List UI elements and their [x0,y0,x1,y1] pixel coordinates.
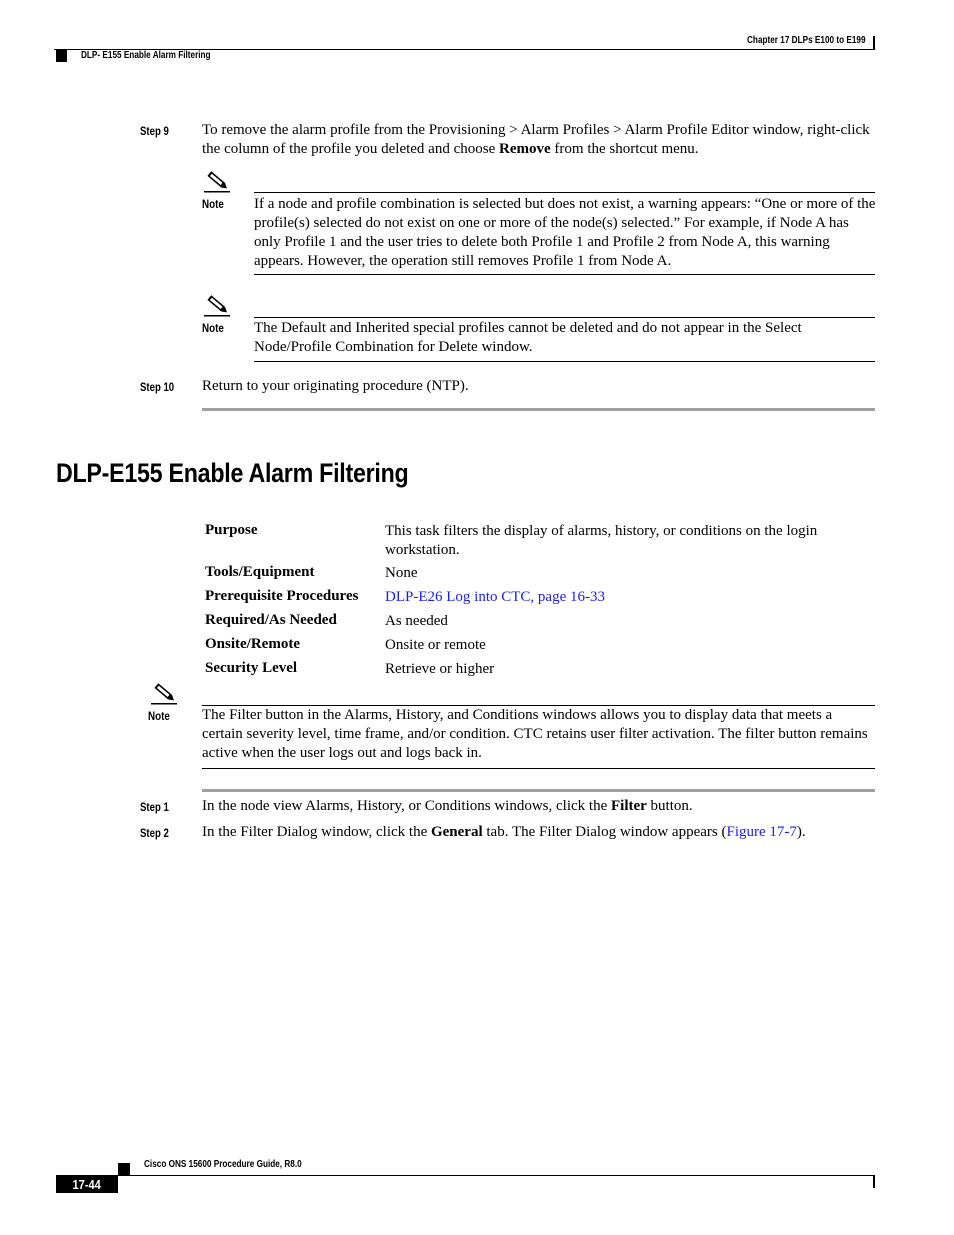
table-label: Required/As Needed [205,612,337,628]
step-2-text-middle: tab. The Filter Dialog window appears ( [482,824,727,840]
table-value: Onsite or remote [385,637,486,653]
note-1-bottom-rule [254,274,875,275]
footer-rule [118,1175,875,1176]
page-number-text: 17-44 [72,1176,102,1192]
pencil-icon [204,171,230,193]
table-label: Prerequisite Procedures [205,588,359,604]
table-value: None [385,565,418,581]
note-1-label: Note [202,197,224,211]
note-2-text: The Default and Inherited special profil… [254,320,802,355]
procedure-end-rule [202,408,875,411]
step-2-label: Step 2 [140,826,169,840]
table-row: Purpose This task filters the display of… [205,522,875,560]
table-value: Retrieve or higher [385,661,495,677]
step-2-text-before: In the Filter Dialog window, click the [202,824,431,840]
table-label: Purpose [205,522,258,538]
step-1-text-before: In the node view Alarms, History, or Con… [202,798,611,814]
section-note-label: Note [148,709,170,723]
footer-guide-title: Cisco ONS 15600 Procedure Guide, R8.0 [144,1159,302,1170]
step-1-text: In the node view Alarms, History, or Con… [202,797,877,816]
step-9-label: Step 9 [140,124,169,138]
step-9-bold: Remove [499,141,551,157]
header-section: DLP- E155 Enable Alarm Filtering [81,50,211,61]
footer-tick [873,1176,875,1188]
step-1-bold: Filter [610,798,647,814]
section-title: DLP-E155 Enable Alarm Filtering [56,458,409,488]
procedure-start-rule [202,789,875,792]
table-row: Security Level Retrieve or higher [205,660,875,679]
table-label: Tools/Equipment [205,564,315,580]
note-2-top-rule [254,317,875,318]
table-value: This task filters the display of alarms,… [385,523,818,558]
table-row: Required/As Needed As needed [205,612,875,631]
header-tick [873,36,875,50]
pencil-icon [204,295,230,317]
table-row: Prerequisite Procedures DLP-E26 Log into… [205,588,875,607]
pencil-icon [151,683,177,705]
figure-link[interactable]: Figure 17-7 [726,824,796,840]
step-2-text-after: ). [796,824,806,840]
note-1-top-rule [254,192,875,193]
section-note-text: The Filter button in the Alarms, History… [202,707,868,761]
note-2-bottom-rule [254,361,875,362]
table-label: Onsite/Remote [205,636,300,652]
task-info-table: Purpose This task filters the display of… [205,522,875,679]
step-10-label: Step 10 [140,380,175,394]
step-9-text: To remove the alarm profile from the Pro… [202,121,877,159]
table-row: Onsite/Remote Onsite or remote [205,636,875,655]
section-note-bottom-rule [202,768,875,769]
note-1-text: If a node and profile combination is sel… [254,196,876,269]
step-10-text: Return to your originating procedure (NT… [202,378,469,394]
header-block [56,50,67,62]
note-2-label: Note [202,321,224,335]
page-number: 17-44 [56,1175,118,1193]
table-label: Security Level [205,660,298,676]
header-chapter: Chapter 17 DLPs E100 to E199 [747,35,866,46]
table-row: Tools/Equipment None [205,564,875,583]
footer-block [118,1163,130,1175]
step-2-text: In the Filter Dialog window, click the G… [202,823,877,842]
prerequisite-link[interactable]: DLP-E26 Log into CTC, page 16-33 [385,588,605,607]
table-value: As needed [385,613,448,629]
step-9-text-after: from the shortcut menu. [550,141,699,157]
step-1-text-after: button. [646,798,693,814]
step-1-label: Step 1 [140,800,169,814]
step-2-bold: General [430,824,483,840]
